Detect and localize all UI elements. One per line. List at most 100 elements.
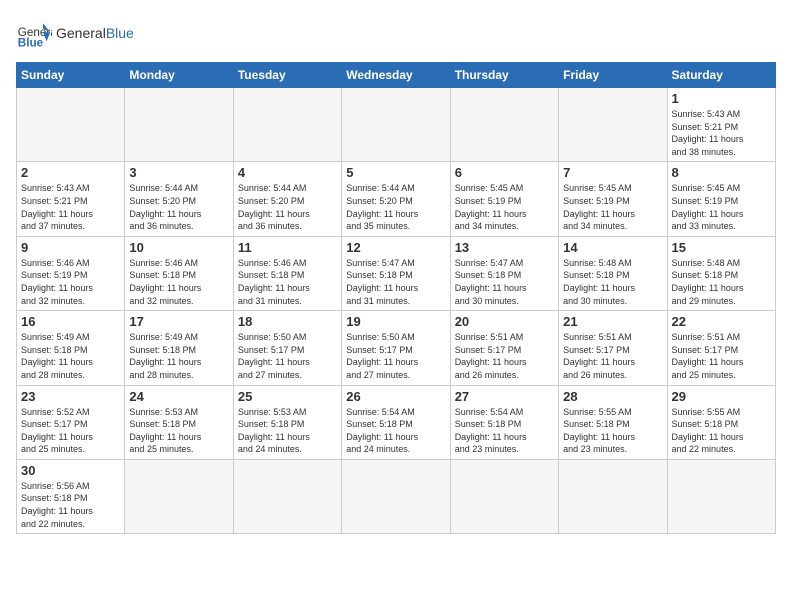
weekday-header-saturday: Saturday <box>667 63 775 88</box>
day-info: Sunrise: 5:44 AM Sunset: 5:20 PM Dayligh… <box>346 182 445 232</box>
day-number: 24 <box>129 389 228 404</box>
table-row: 18 Sunrise: 5:50 AM Sunset: 5:17 PM Dayli… <box>233 311 341 385</box>
day-number: 1 <box>672 91 771 106</box>
table-row <box>342 88 450 162</box>
table-row: 23Sunrise: 5:52 AM Sunset: 5:17 PM Dayli… <box>17 385 125 459</box>
day-number: 12 <box>346 240 445 255</box>
table-row <box>450 88 558 162</box>
table-row <box>342 459 450 533</box>
day-info: Sunrise: 5:49 AM Sunset: 5:18 PM Dayligh… <box>129 331 228 381</box>
table-row: 30Sunrise: 5:56 AM Sunset: 5:18 PM Dayli… <box>17 459 125 533</box>
day-number: 25 <box>238 389 337 404</box>
calendar: SundayMondayTuesdayWednesdayThursdayFrid… <box>16 62 776 534</box>
logo: General Blue GeneralBlue <box>16 16 134 52</box>
table-row: 19Sunrise: 5:50 AM Sunset: 5:17 PM Dayli… <box>342 311 450 385</box>
day-number: 8 <box>672 165 771 180</box>
day-number: 27 <box>455 389 554 404</box>
table-row <box>233 459 341 533</box>
day-info: Sunrise: 5:50 AM Sunset: 5:17 PM Dayligh… <box>238 331 337 381</box>
day-info: Sunrise: 5:45 AM Sunset: 5:19 PM Dayligh… <box>455 182 554 232</box>
day-info: Sunrise: 5:44 AM Sunset: 5:20 PM Dayligh… <box>129 182 228 232</box>
table-row <box>125 88 233 162</box>
header: General Blue GeneralBlue <box>16 16 776 52</box>
table-row: 29 Sunrise: 5:55 AM Sunset: 5:18 PM Dayli… <box>667 385 775 459</box>
table-row: 15 Sunrise: 5:48 AM Sunset: 5:18 PM Dayli… <box>667 236 775 310</box>
day-info: Sunrise: 5:54 AM Sunset: 5:18 PM Dayligh… <box>346 406 445 456</box>
day-info: Sunrise: 5:53 AM Sunset: 5:18 PM Dayligh… <box>129 406 228 456</box>
day-number: 20 <box>455 314 554 329</box>
day-number: 2 <box>21 165 120 180</box>
table-row <box>559 459 667 533</box>
day-info: Sunrise: 5:45 AM Sunset: 5:19 PM Dayligh… <box>563 182 662 232</box>
logo-icon: General Blue <box>16 16 52 52</box>
table-row: 12 Sunrise: 5:47 AM Sunset: 5:18 PM Dayli… <box>342 236 450 310</box>
day-info: Sunrise: 5:46 AM Sunset: 5:19 PM Dayligh… <box>21 257 120 307</box>
day-info: Sunrise: 5:43 AM Sunset: 5:21 PM Dayligh… <box>21 182 120 232</box>
day-number: 26 <box>346 389 445 404</box>
day-number: 3 <box>129 165 228 180</box>
table-row: 26 Sunrise: 5:54 AM Sunset: 5:18 PM Dayli… <box>342 385 450 459</box>
day-number: 29 <box>672 389 771 404</box>
day-number: 10 <box>129 240 228 255</box>
table-row: 22Sunrise: 5:51 AM Sunset: 5:17 PM Dayli… <box>667 311 775 385</box>
day-info: Sunrise: 5:48 AM Sunset: 5:18 PM Dayligh… <box>672 257 771 307</box>
day-number: 30 <box>21 463 120 478</box>
table-row: 10Sunrise: 5:46 AM Sunset: 5:18 PM Dayli… <box>125 236 233 310</box>
day-number: 17 <box>129 314 228 329</box>
table-row: 11Sunrise: 5:46 AM Sunset: 5:18 PM Dayli… <box>233 236 341 310</box>
table-row <box>125 459 233 533</box>
table-row: 5 Sunrise: 5:44 AM Sunset: 5:20 PM Daylig… <box>342 162 450 236</box>
weekday-header-friday: Friday <box>559 63 667 88</box>
day-number: 28 <box>563 389 662 404</box>
weekday-header-thursday: Thursday <box>450 63 558 88</box>
table-row: 21Sunrise: 5:51 AM Sunset: 5:17 PM Dayli… <box>559 311 667 385</box>
table-row: 1 Sunrise: 5:43 AM Sunset: 5:21 PM Daylig… <box>667 88 775 162</box>
table-row: 6 Sunrise: 5:45 AM Sunset: 5:19 PM Daylig… <box>450 162 558 236</box>
day-number: 15 <box>672 240 771 255</box>
table-row: 7 Sunrise: 5:45 AM Sunset: 5:19 PM Daylig… <box>559 162 667 236</box>
table-row: 2 Sunrise: 5:43 AM Sunset: 5:21 PM Daylig… <box>17 162 125 236</box>
weekday-header-sunday: Sunday <box>17 63 125 88</box>
day-number: 9 <box>21 240 120 255</box>
table-row: 24 Sunrise: 5:53 AM Sunset: 5:18 PM Dayli… <box>125 385 233 459</box>
table-row: 3 Sunrise: 5:44 AM Sunset: 5:20 PM Daylig… <box>125 162 233 236</box>
table-row <box>450 459 558 533</box>
day-number: 22 <box>672 314 771 329</box>
table-row: 20 Sunrise: 5:51 AM Sunset: 5:17 PM Dayli… <box>450 311 558 385</box>
day-info: Sunrise: 5:45 AM Sunset: 5:19 PM Dayligh… <box>672 182 771 232</box>
table-row <box>667 459 775 533</box>
day-info: Sunrise: 5:52 AM Sunset: 5:17 PM Dayligh… <box>21 406 120 456</box>
table-row: 16 Sunrise: 5:49 AM Sunset: 5:18 PM Dayli… <box>17 311 125 385</box>
day-info: Sunrise: 5:47 AM Sunset: 5:18 PM Dayligh… <box>346 257 445 307</box>
day-number: 7 <box>563 165 662 180</box>
table-row: 9 Sunrise: 5:46 AM Sunset: 5:19 PM Daylig… <box>17 236 125 310</box>
day-number: 16 <box>21 314 120 329</box>
weekday-header-wednesday: Wednesday <box>342 63 450 88</box>
day-info: Sunrise: 5:49 AM Sunset: 5:18 PM Dayligh… <box>21 331 120 381</box>
table-row: 13 Sunrise: 5:47 AM Sunset: 5:18 PM Dayli… <box>450 236 558 310</box>
table-row <box>17 88 125 162</box>
table-row: 17 Sunrise: 5:49 AM Sunset: 5:18 PM Dayli… <box>125 311 233 385</box>
day-number: 5 <box>346 165 445 180</box>
day-info: Sunrise: 5:51 AM Sunset: 5:17 PM Dayligh… <box>455 331 554 381</box>
day-info: Sunrise: 5:43 AM Sunset: 5:21 PM Dayligh… <box>672 108 771 158</box>
day-info: Sunrise: 5:48 AM Sunset: 5:18 PM Dayligh… <box>563 257 662 307</box>
day-number: 14 <box>563 240 662 255</box>
table-row: 14 Sunrise: 5:48 AM Sunset: 5:18 PM Dayli… <box>559 236 667 310</box>
day-number: 4 <box>238 165 337 180</box>
table-row: 28 Sunrise: 5:55 AM Sunset: 5:18 PM Dayli… <box>559 385 667 459</box>
table-row: 8 Sunrise: 5:45 AM Sunset: 5:19 PM Daylig… <box>667 162 775 236</box>
table-row <box>559 88 667 162</box>
svg-text:Blue: Blue <box>18 37 44 50</box>
day-info: Sunrise: 5:55 AM Sunset: 5:18 PM Dayligh… <box>563 406 662 456</box>
day-info: Sunrise: 5:46 AM Sunset: 5:18 PM Dayligh… <box>238 257 337 307</box>
day-info: Sunrise: 5:54 AM Sunset: 5:18 PM Dayligh… <box>455 406 554 456</box>
day-number: 13 <box>455 240 554 255</box>
day-number: 19 <box>346 314 445 329</box>
day-number: 18 <box>238 314 337 329</box>
day-number: 6 <box>455 165 554 180</box>
day-info: Sunrise: 5:55 AM Sunset: 5:18 PM Dayligh… <box>672 406 771 456</box>
day-info: Sunrise: 5:53 AM Sunset: 5:18 PM Dayligh… <box>238 406 337 456</box>
day-info: Sunrise: 5:51 AM Sunset: 5:17 PM Dayligh… <box>563 331 662 381</box>
day-info: Sunrise: 5:47 AM Sunset: 5:18 PM Dayligh… <box>455 257 554 307</box>
